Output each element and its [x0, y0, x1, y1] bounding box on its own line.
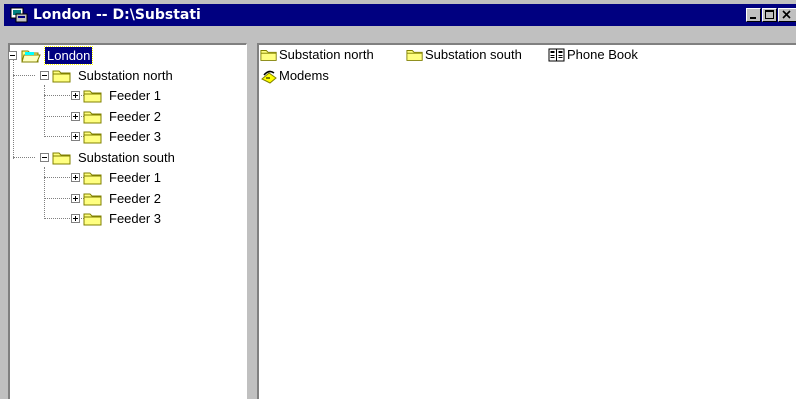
- tree-item-feeder[interactable]: Feeder 3: [83, 209, 203, 229]
- tree-line: [44, 85, 46, 137]
- tree-item-feeder[interactable]: Feeder 1: [83, 168, 203, 188]
- tree-item-label: Feeder 3: [109, 211, 162, 226]
- folder-icon: [83, 213, 102, 226]
- title-bar[interactable]: London -- D:\Substati: [4, 4, 796, 26]
- tree-item-label: Feeder 2: [109, 109, 162, 124]
- tree-item-label: Feeder 2: [109, 191, 162, 206]
- tree-item-label: London: [43, 46, 94, 65]
- tree-item-feeder[interactable]: Feeder 1: [83, 86, 203, 106]
- expand-toggle[interactable]: [71, 132, 80, 141]
- modem-icon: [261, 70, 277, 84]
- folder-icon: [83, 111, 102, 124]
- folder-icon: [52, 70, 71, 83]
- tree-item-label: Substation south: [78, 150, 175, 165]
- app-icon: [10, 7, 28, 23]
- tree-line: [13, 59, 15, 159]
- minimize-button[interactable]: [746, 8, 761, 22]
- list-item-substation-north[interactable]: Substation north: [260, 46, 400, 65]
- tree-line: [13, 75, 35, 77]
- tree-line: [44, 95, 88, 97]
- maximize-icon: [765, 10, 774, 19]
- phone-book-icon: [548, 48, 565, 62]
- expand-toggle[interactable]: [71, 112, 80, 121]
- tree-line: [13, 157, 35, 159]
- tree-item-label: Feeder 1: [109, 88, 162, 103]
- collapse-toggle[interactable]: [40, 71, 49, 80]
- tree-line: [44, 177, 88, 179]
- tree-line: [44, 116, 88, 118]
- list-item-modems[interactable]: Modems: [260, 67, 360, 86]
- list-item-label: Phone Book: [567, 47, 638, 62]
- tree-line: [44, 198, 88, 200]
- app-window: London -- D:\Substati London Substation …: [0, 0, 796, 399]
- folder-icon: [260, 50, 277, 61]
- expand-toggle[interactable]: [71, 194, 80, 203]
- tree-line: [44, 167, 46, 219]
- folder-icon: [52, 152, 71, 165]
- tree-item-label: Feeder 3: [109, 129, 162, 144]
- pane-splitter[interactable]: [247, 43, 257, 399]
- tree-item-substation-north[interactable]: Substation north: [52, 66, 222, 86]
- tree-item-label: Feeder 1: [109, 170, 162, 185]
- list-pane[interactable]: Substation north Substation south Phone …: [257, 43, 796, 399]
- list-item-label: Substation south: [425, 47, 522, 62]
- folder-icon: [83, 172, 102, 185]
- tree-item-label: Substation north: [78, 68, 173, 83]
- list-item-label: Modems: [279, 68, 329, 83]
- close-button[interactable]: [778, 8, 796, 22]
- list-item-phone-book[interactable]: Phone Book: [548, 46, 658, 65]
- tree-line: [44, 136, 88, 138]
- folder-icon: [406, 50, 423, 61]
- expand-toggle[interactable]: [71, 173, 80, 182]
- open-folder-icon: [21, 50, 41, 63]
- tree-item-substation-south[interactable]: Substation south: [52, 148, 222, 168]
- tree-item-feeder[interactable]: Feeder 2: [83, 107, 203, 127]
- tree-line: [44, 218, 88, 220]
- folder-icon: [83, 90, 102, 103]
- collapse-toggle[interactable]: [8, 51, 17, 60]
- window-title: London -- D:\Substati: [33, 7, 201, 23]
- expand-toggle[interactable]: [71, 91, 80, 100]
- folder-icon: [83, 193, 102, 206]
- tree-item-feeder[interactable]: Feeder 3: [83, 127, 203, 147]
- minimize-icon: [750, 17, 756, 19]
- maximize-button[interactable]: [762, 8, 777, 22]
- collapse-toggle[interactable]: [40, 153, 49, 162]
- tree-pane[interactable]: London Substation north Feeder 1 Feeder …: [8, 43, 247, 399]
- list-item-label: Substation north: [279, 47, 374, 62]
- folder-icon: [83, 131, 102, 144]
- list-item-substation-south[interactable]: Substation south: [406, 46, 546, 65]
- tree-item-london[interactable]: London: [21, 46, 131, 66]
- close-icon: [782, 10, 791, 19]
- expand-toggle[interactable]: [71, 214, 80, 223]
- tree-item-feeder[interactable]: Feeder 2: [83, 189, 203, 209]
